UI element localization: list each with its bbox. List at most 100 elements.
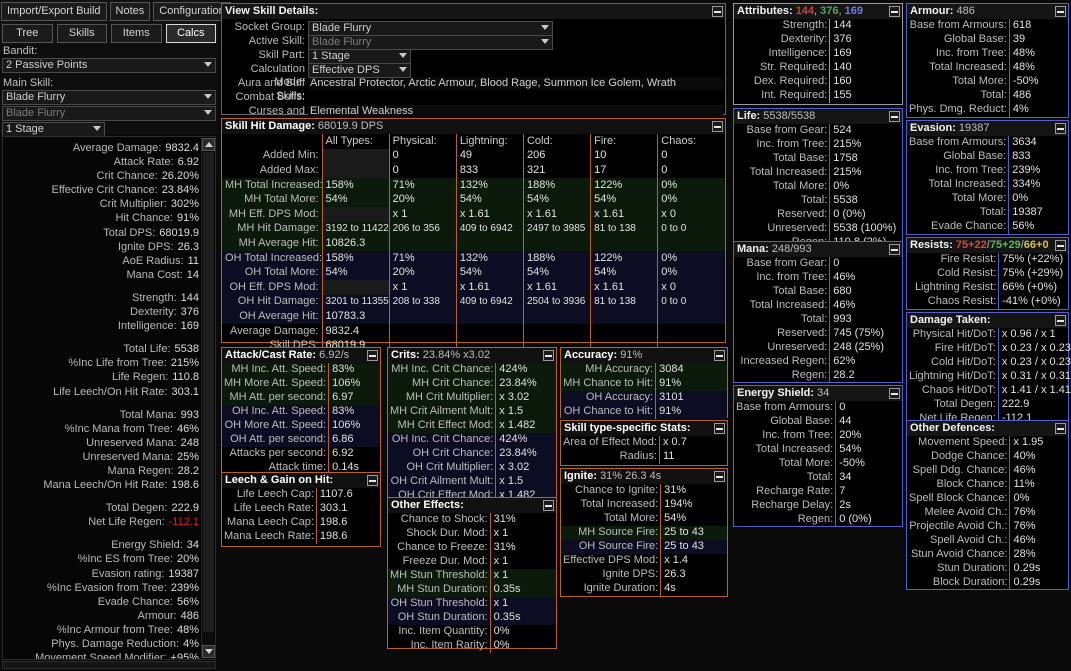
collapse-button[interactable] [889, 388, 900, 399]
shd-cell: x 1 [388, 206, 457, 222]
collapse-button[interactable] [367, 350, 378, 361]
skill-hit-damage-row: OH Hit Damage: 3201 to 11355 208 to 338 409… [222, 294, 725, 310]
shd-cell: 71% [388, 250, 457, 266]
stat-value: 140 [829, 61, 902, 75]
main-tab-row: Tree Skills Items Calcs [0, 21, 218, 43]
collapse-button[interactable] [714, 350, 725, 361]
stats-scrollbar[interactable] [201, 138, 215, 658]
scrollbar-thumb[interactable] [203, 152, 214, 632]
stat-value: 28.2 [177, 464, 199, 477]
stat-value: -112.1 [168, 516, 199, 529]
stat-row: Inc. Item Rarity: 0% [388, 639, 556, 653]
stat-row: Total Base: 680 [734, 285, 902, 299]
skill-detail-dropdown[interactable]: Blade Flurry [308, 35, 553, 50]
collapse-button[interactable] [543, 500, 554, 511]
collapse-button[interactable] [1055, 6, 1066, 17]
stat-value: 524 [829, 124, 902, 138]
collapse-button[interactable] [714, 423, 725, 434]
main-skill-part-dropdown[interactable]: 1 Stage [2, 122, 105, 137]
tab-tree[interactable]: Tree [2, 24, 53, 43]
collapse-button[interactable] [889, 6, 900, 17]
collapse-button[interactable] [889, 111, 900, 122]
collapse-button[interactable] [712, 121, 723, 132]
stat-row: OH Accuracy: 3101 [561, 391, 727, 405]
stat-label: MH Crit Chance: [412, 377, 494, 389]
scroll-up-button[interactable] [202, 138, 215, 151]
collapse-button[interactable] [712, 6, 723, 17]
stat-row: OH Inc. Crit Chance: 424% [388, 433, 556, 447]
stat-row: Lightning Hit/DoT: x 0.31 / x 0.31 [907, 370, 1071, 384]
stat-value: 303.1 [315, 502, 380, 516]
shd-cell: 71% [388, 177, 457, 193]
skill-detail-dropdown[interactable]: 1 Stage [308, 49, 411, 64]
tab-skills[interactable]: Skills [56, 24, 107, 43]
configuration-button[interactable]: Configuration [153, 2, 231, 21]
stat-row: MH Stun Threshold: x 1 [388, 569, 556, 583]
skill-detail-dropdown[interactable]: Blade Flurry [308, 21, 553, 36]
chevron-down-icon [541, 39, 549, 44]
stat-row: MH Crit Multiplier: x 3.02 [388, 391, 556, 405]
energy-shield-table: Base from Armours: 0 Global Base: 44 Inc. fr… [734, 401, 902, 527]
stat-label: Total: [800, 313, 828, 325]
collapse-button[interactable] [1055, 423, 1066, 434]
life-title: Life: [737, 110, 761, 122]
triangle-down-icon [204, 649, 213, 654]
stat-gap [5, 333, 199, 342]
collapse-button[interactable] [543, 350, 554, 361]
stat-value: 5538 [174, 343, 199, 356]
stat-value: 11 [658, 450, 727, 464]
shd-cell [522, 309, 591, 324]
other-defences-table: Movement Speed: x 1.95 Dodge Chance: 40% Spe… [907, 436, 1068, 590]
skill-hit-damage-row: MH Hit Damage: 3192 to 11422 206 to 356 409… [222, 221, 725, 237]
collapse-button[interactable] [1055, 123, 1066, 134]
tab-items[interactable]: Items [111, 24, 162, 43]
stat-value: 169 [180, 320, 199, 333]
shd-cell: 0% [657, 250, 725, 266]
stat-label: Evade Chance: [930, 220, 1007, 232]
collapse-button[interactable] [714, 471, 725, 482]
main-skill-active-dropdown[interactable]: Blade Flurry [2, 106, 216, 121]
shd-cell [657, 323, 725, 339]
main-skill-group-dropdown[interactable]: Blade Flurry [2, 90, 216, 105]
stat-row: Unreserved: 5538 (100%) [734, 222, 902, 236]
skill-detail-dropdown[interactable]: Effective DPS [308, 63, 411, 78]
scroll-down-button[interactable] [202, 645, 215, 658]
stat-row: OH More Att. Speed: 106% [222, 419, 380, 433]
shd-cell [388, 323, 457, 339]
shd-column-header: Cold: [522, 134, 591, 149]
horizontal-scrollbar[interactable] [2, 661, 216, 669]
collapse-button[interactable] [367, 475, 378, 486]
import-export-build-button[interactable]: Import/Export Build [1, 2, 107, 21]
stat-row: Crit Chance: 26.20% [5, 169, 199, 183]
stat-row: Total Mana: 993 [5, 408, 199, 422]
stat-value: 745 (75%) [829, 327, 902, 341]
stat-row: Chance to Ignite: 31% [561, 484, 727, 498]
collapse-button[interactable] [1055, 315, 1066, 326]
shd-cell: x 1.61 [522, 206, 591, 222]
bandit-dropdown[interactable]: 2 Passive Points [2, 58, 216, 73]
stat-value: 75% (+29%) [998, 267, 1068, 281]
tab-calcs[interactable]: Calcs [165, 24, 216, 43]
shd-cell: x 1.61 [455, 206, 524, 222]
stat-label: Movement Speed Modifier: [35, 652, 167, 660]
stat-value: 215% [829, 166, 902, 180]
stat-label: Total Degen: [105, 502, 168, 515]
stat-value: 11 [187, 254, 199, 267]
stat-row: Total Base: 1758 [734, 152, 902, 166]
stat-value: 91% [176, 212, 199, 225]
life-header: Life: 5538/5538 [734, 109, 902, 124]
stat-label: Intelligence: [117, 320, 177, 333]
shd-cell: 321 [522, 163, 591, 178]
main-skill-active-value: Blade Flurry [6, 107, 66, 119]
stat-row: Ignite DPS: 26.3 [561, 568, 727, 582]
shd-row-label: OH Total Increased: [225, 251, 322, 264]
stat-row: Attack Rate: 6.92 [5, 155, 199, 169]
stat-value: 248 (25%) [829, 341, 902, 355]
collapse-button[interactable] [1055, 240, 1066, 251]
stat-value: 680 [829, 285, 902, 299]
collapse-button[interactable] [889, 244, 900, 255]
stat-label: Phys. Damage Reduction: [51, 638, 180, 650]
stat-label: Recharge Delay: [751, 499, 834, 511]
notes-button[interactable]: Notes [109, 2, 151, 21]
shd-column-header: Lightning: [455, 134, 524, 149]
